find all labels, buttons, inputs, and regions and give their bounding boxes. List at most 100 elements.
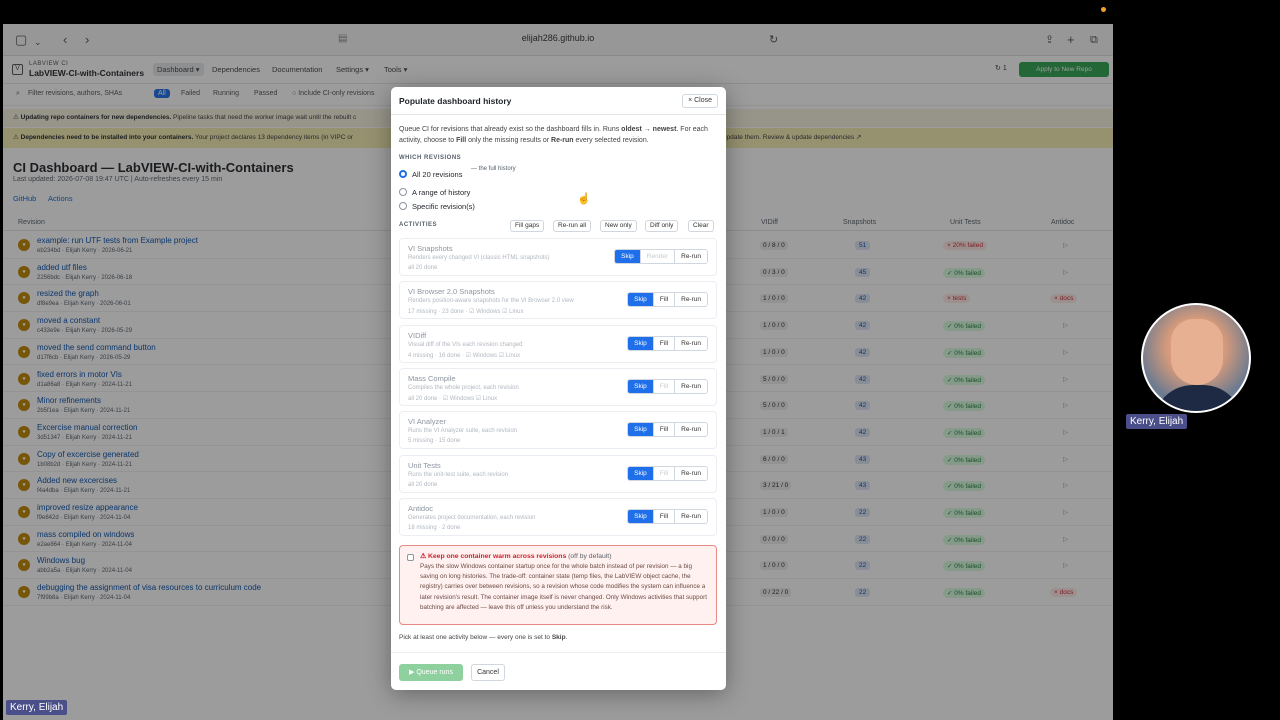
divider [391, 652, 726, 653]
activity-card: VI Browser 2.0 Snapshots Renders position… [399, 281, 717, 320]
activity-mode-selector: Skip Fill Re-run [627, 422, 708, 438]
mouse-cursor-icon: ☝ [577, 193, 591, 205]
intro-text-3: only the missing results or [466, 137, 552, 144]
mode-option[interactable]: Re-run [674, 379, 707, 393]
mode-option[interactable]: Skip [628, 379, 653, 393]
self-name-tag: Kerry, Elijah [6, 700, 68, 715]
activity-name: Unit Tests [408, 460, 441, 470]
keep-warm-title[interactable]: ⚠ Keep one container warm across revisio… [420, 552, 611, 560]
activity-description: Visual diff of the VIs each revision cha… [408, 341, 523, 348]
activity-mode-selector: Skip Fill Re-run [627, 465, 708, 481]
keep-warm-default: (off by default) [566, 553, 612, 560]
pick-hint-end: . [565, 634, 568, 641]
mode-option[interactable]: Re-run [674, 423, 707, 437]
activity-description: Runs the VI Analyzer suite, each revisio… [408, 428, 518, 435]
mode-option[interactable]: Skip [628, 423, 653, 437]
which-revisions-label: WHICH REVISIONS [399, 155, 462, 161]
activity-mode-selector: Skip Fill Re-run [627, 292, 708, 308]
activity-name: VI Snapshots [408, 244, 453, 253]
activity-description: Compiles the whole project, each revisio… [408, 384, 519, 391]
activity-card: VIDiff Visual diff of the VIs each revisi… [399, 324, 717, 363]
activity-card: Antidoc Generates project documentation, … [399, 497, 717, 536]
keep-warm-description: Pays the slow Windows container startup … [420, 563, 708, 611]
mode-option[interactable]: Skip [628, 336, 653, 350]
radio-range[interactable] [399, 188, 407, 196]
radio-all-label[interactable]: All 20 revisions [412, 170, 462, 179]
participant-video[interactable] [1141, 303, 1251, 413]
status-dot [1101, 7, 1106, 12]
mode-option[interactable]: Re-run [674, 336, 707, 350]
activity-card: VI Analyzer Runs the VI Analyzer suite, e… [399, 411, 717, 450]
radio-all-revisions[interactable] [399, 170, 407, 178]
keep-warm-title-text: ⚠ Keep one container warm across revisio… [420, 553, 567, 560]
new-only-button[interactable]: New only [600, 220, 637, 232]
diff-only-button[interactable]: Diff only [645, 220, 679, 232]
activity-name: Mass Compile [408, 373, 456, 383]
mode-option[interactable]: Skip [628, 509, 653, 523]
queue-runs-button[interactable]: ▶ Queue runs [399, 664, 463, 681]
activity-description: Renders every changed VI (classic HTML s… [408, 255, 550, 261]
mode-option[interactable]: Fill [652, 423, 675, 437]
intro-order: oldest → newest [621, 126, 677, 133]
activities-label: ACTIVITIES [399, 222, 438, 228]
activity-description: Renders position-aware snapshots for the… [408, 298, 574, 305]
activity-description: Generates project documentation, each re… [408, 514, 536, 521]
mode-option[interactable]: Skip [628, 466, 653, 480]
dialog-intro: Queue CI for revisions that already exis… [399, 124, 721, 146]
activity-mode-selector: Skip Fill Re-run [627, 335, 708, 351]
activity-status: all 20 done · ☑ Windows ☑ Linux [408, 395, 498, 402]
mode-option[interactable]: Re-run [674, 293, 707, 307]
mode-option[interactable]: Skip [615, 250, 640, 263]
activity-name: VI Browser 2.0 Snapshots [408, 287, 495, 297]
mode-option[interactable]: Fill [652, 336, 675, 350]
shirt [1153, 385, 1243, 411]
activity-description: Runs the unit-test suite, each revision [408, 471, 509, 478]
rerun-all-button[interactable]: Re-run all [553, 220, 592, 232]
radio-all-hint: — the full history [471, 166, 516, 172]
activity-card: Mass Compile Compiles the whole project, … [399, 367, 717, 406]
mode-option[interactable]: Fill [652, 466, 675, 480]
keep-warm-checkbox[interactable] [407, 554, 414, 561]
activity-mode-selector: Skip Render Re-run [614, 249, 708, 264]
radio-range-label[interactable]: A range of history [412, 188, 470, 197]
mode-option[interactable]: Re-run [674, 509, 707, 523]
activity-card: VI Snapshots Renders every changed VI (cl… [399, 238, 717, 276]
intro-text: Queue CI for revisions that already exis… [399, 126, 622, 133]
keep-warm-panel: ⚠ Keep one container warm across revisio… [399, 545, 717, 625]
clear-button[interactable]: Clear [688, 220, 714, 232]
activity-status: all 20 done [408, 481, 438, 488]
activity-mode-selector: Skip Fill Re-run [627, 378, 708, 394]
close-button[interactable]: × Close [682, 94, 718, 108]
radio-specific-label[interactable]: Specific revision(s) [412, 202, 475, 211]
activity-status: 5 missing · 15 done [408, 438, 461, 445]
intro-text-4: every selected revision. [573, 137, 649, 144]
pick-hint-text: Pick at least one activity below — every… [399, 634, 552, 641]
mode-option[interactable]: Re-run [674, 250, 707, 263]
mode-option[interactable]: Fill [652, 509, 675, 523]
pick-hint: Pick at least one activity below — every… [399, 634, 567, 641]
participant-name-tag: Kerry, Elijah [1126, 414, 1188, 429]
intro-fill: Fill [456, 137, 467, 144]
cancel-button[interactable]: Cancel [471, 664, 505, 681]
populate-history-dialog: Populate dashboard history × Close Queue… [391, 87, 726, 690]
face [1171, 319, 1223, 385]
mode-option[interactable]: Fill [652, 379, 675, 393]
divider [391, 114, 726, 115]
activity-card: Unit Tests Runs the unit-test suite, each… [399, 454, 717, 493]
activity-name: VI Analyzer [408, 417, 446, 427]
activity-status: 18 missing · 2 done [408, 524, 461, 531]
mode-option[interactable]: Re-run [674, 466, 707, 480]
activity-name: VIDiff [408, 330, 427, 340]
radio-specific[interactable] [399, 202, 407, 210]
activity-mode-selector: Skip Fill Re-run [627, 508, 708, 524]
activity-status: 4 missing · 16 done · ☑ Windows ☑ Linux [408, 352, 521, 359]
activity-name: Antidoc [408, 503, 434, 513]
mode-option[interactable]: Render [639, 250, 675, 263]
activity-status: 17 missing · 23 done · ☑ Windows ☑ Linux [408, 309, 524, 316]
fill-gaps-button[interactable]: Fill gaps [510, 220, 545, 232]
mode-option[interactable]: Skip [628, 293, 653, 307]
intro-rerun: Re-run [551, 137, 574, 144]
mode-option[interactable]: Fill [652, 293, 675, 307]
pick-hint-skip: Skip [551, 634, 566, 641]
dialog-title: Populate dashboard history [399, 96, 512, 106]
